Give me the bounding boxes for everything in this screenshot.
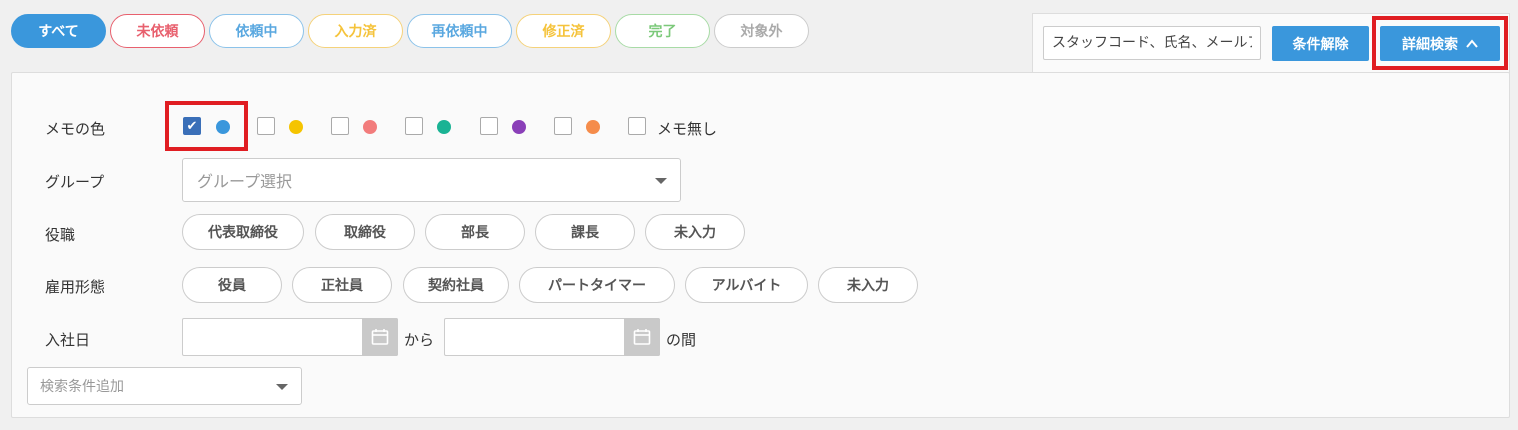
memo-color-checkbox-blue[interactable]: ✔ xyxy=(183,117,201,135)
from-text: から xyxy=(404,331,435,349)
status-filter-rerequesting[interactable]: 再依頼中 xyxy=(407,14,512,48)
memo-color-checkbox-green[interactable] xyxy=(405,117,423,135)
calendar-icon[interactable] xyxy=(624,318,660,356)
employment-chip[interactable]: 未入力 xyxy=(818,267,918,303)
position-label: 役職 xyxy=(45,226,76,244)
position-chip[interactable]: 未入力 xyxy=(645,214,745,250)
memo-dot-green xyxy=(437,120,451,134)
memo-color-checkbox-pink[interactable] xyxy=(331,117,349,135)
status-filter-all[interactable]: すべて xyxy=(11,14,106,48)
detail-search-button[interactable]: 詳細検索 xyxy=(1380,26,1500,61)
status-filter-completed[interactable]: 完了 xyxy=(615,14,710,48)
calendar-icon[interactable] xyxy=(362,318,398,356)
between-text: の間 xyxy=(666,331,697,349)
position-chip[interactable]: 部長 xyxy=(425,214,525,250)
employment-chip[interactable]: パートタイマー xyxy=(519,267,675,303)
chevron-up-icon xyxy=(1466,38,1478,48)
status-filter-excluded[interactable]: 対象外 xyxy=(714,14,809,48)
memo-color-checkbox-yellow[interactable] xyxy=(257,117,275,135)
memo-dot-pink xyxy=(363,120,377,134)
hire-date-label: 入社日 xyxy=(45,331,91,349)
position-chip[interactable]: 課長 xyxy=(535,214,635,250)
memo-color-checkbox-orange[interactable] xyxy=(554,117,572,135)
clear-conditions-button[interactable]: 条件解除 xyxy=(1272,26,1369,61)
status-filter-unrequested[interactable]: 未依頼 xyxy=(110,14,205,48)
position-chip[interactable]: 代表取締役 xyxy=(182,214,304,250)
memo-none-checkbox[interactable] xyxy=(628,117,646,135)
employment-label: 雇用形態 xyxy=(45,278,106,296)
status-filter-entered[interactable]: 入力済 xyxy=(308,14,403,48)
memo-dot-blue xyxy=(216,120,230,134)
search-input[interactable] xyxy=(1043,26,1261,60)
add-condition-select[interactable]: 検索条件追加 xyxy=(27,367,302,405)
caret-down-icon xyxy=(655,178,667,184)
employment-chip[interactable]: 正社員 xyxy=(292,267,392,303)
status-filter-corrected[interactable]: 修正済 xyxy=(516,14,611,48)
position-chip[interactable]: 取締役 xyxy=(315,214,415,250)
employment-chip[interactable]: アルバイト xyxy=(685,267,808,303)
status-filter-requesting[interactable]: 依頼中 xyxy=(209,14,304,48)
memo-none-label: メモ無し xyxy=(657,120,718,138)
memo-dot-yellow xyxy=(289,120,303,134)
memo-color-label: メモの色 xyxy=(45,120,106,138)
group-label: グループ xyxy=(45,173,105,191)
memo-dot-purple xyxy=(512,120,526,134)
memo-color-checkbox-purple[interactable] xyxy=(480,117,498,135)
caret-down-icon xyxy=(276,384,288,390)
employment-chip[interactable]: 契約社員 xyxy=(403,267,509,303)
employment-chip[interactable]: 役員 xyxy=(182,267,282,303)
group-select[interactable]: グループ選択 xyxy=(182,158,681,202)
memo-dot-orange xyxy=(586,120,600,134)
